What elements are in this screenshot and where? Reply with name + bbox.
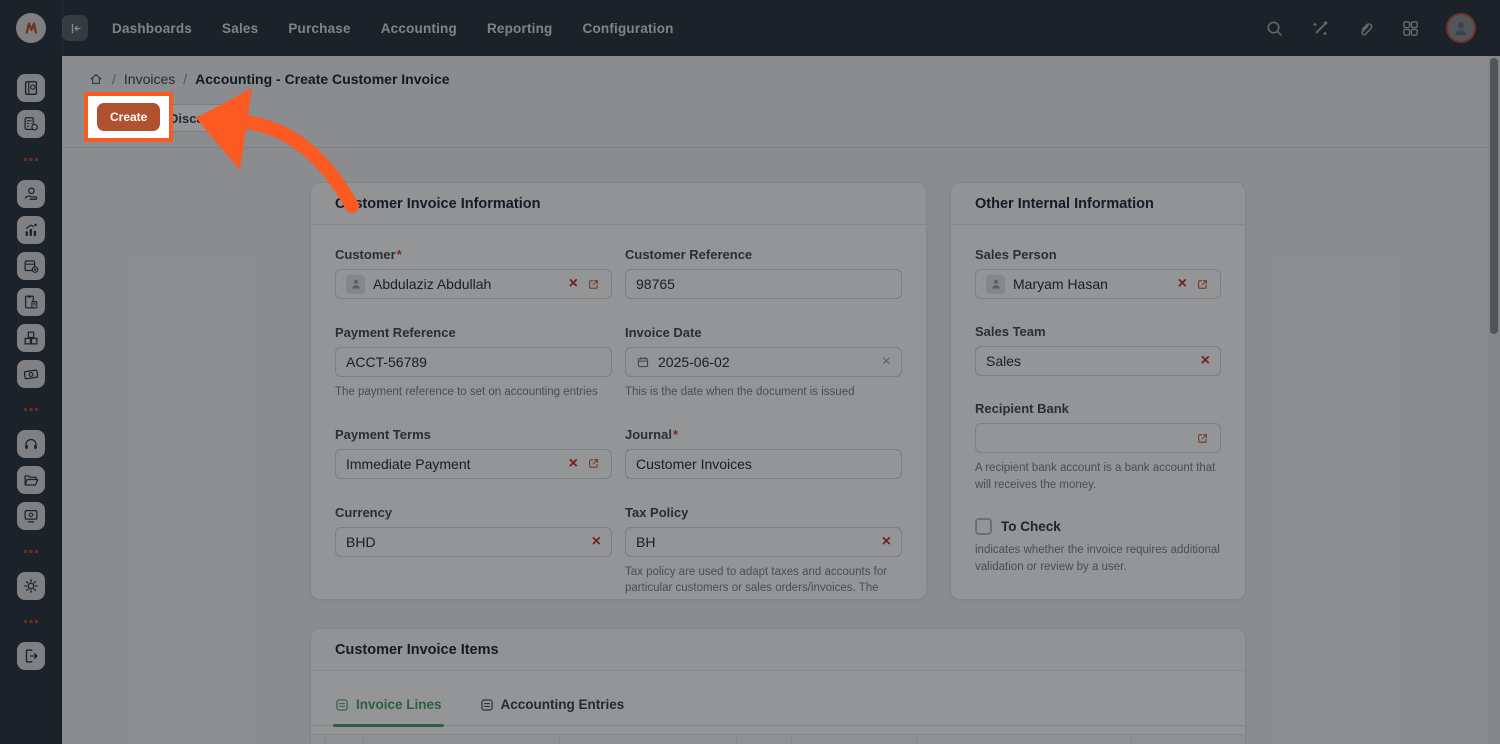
app-root: Dashboards Sales Purchase Accounting Rep… [0, 0, 1500, 744]
annotation-arrow [120, 70, 420, 230]
